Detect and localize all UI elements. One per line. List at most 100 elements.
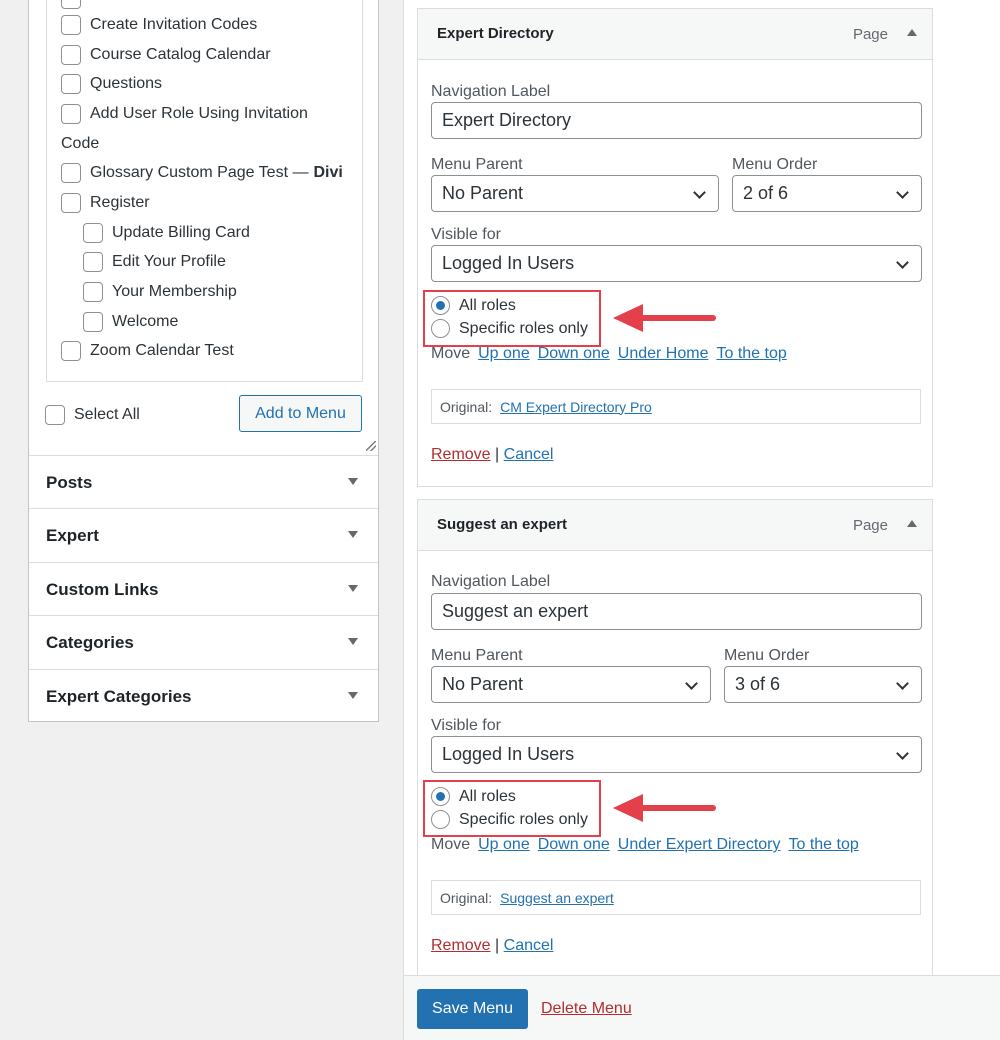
page-checkbox[interactable] xyxy=(61,163,81,183)
list-item[interactable]: Welcome xyxy=(83,311,178,333)
menu-parent-label: Menu Parent xyxy=(431,156,523,173)
move-down-one-link[interactable]: Down one xyxy=(538,836,610,853)
pages-checklist[interactable]: Create Invitation Codes Course Catalog C… xyxy=(46,0,363,382)
cancel-link[interactable]: Cancel xyxy=(504,937,554,954)
resize-handle-icon[interactable] xyxy=(366,441,376,451)
accordion-custom-links[interactable]: Custom Links xyxy=(29,562,378,616)
page-checkbox[interactable] xyxy=(83,223,103,243)
annotation-highlight-box xyxy=(423,290,601,347)
accordion-categories[interactable]: Categories xyxy=(29,615,378,669)
original-link[interactable]: CM Expert Directory Pro xyxy=(500,399,652,415)
triangle-down-icon xyxy=(348,531,358,538)
menu-order-label: Menu Order xyxy=(724,647,810,664)
move-under-link[interactable]: Under Home xyxy=(618,345,709,362)
menu-order-select[interactable]: 3 of 6 xyxy=(724,666,922,703)
page-checkbox[interactable] xyxy=(83,312,103,332)
select-all-box[interactable] xyxy=(45,405,65,425)
visible-for-label: Visible for xyxy=(431,717,501,734)
item-actions: Remove | Cancel xyxy=(431,446,553,464)
list-item[interactable]: Edit Your Profile xyxy=(83,251,226,273)
menu-item-type: Page xyxy=(852,26,888,43)
menu-parent-select[interactable]: No Parent xyxy=(431,175,719,212)
theme-suffix: Divi xyxy=(313,164,343,181)
move-under-link[interactable]: Under Expert Directory xyxy=(618,836,781,853)
page-checkbox[interactable] xyxy=(61,341,81,361)
move-down-one-link[interactable]: Down one xyxy=(538,345,610,362)
list-item[interactable]: Glossary Custom Page Test — Divi xyxy=(61,162,343,184)
accordion-expert[interactable]: Expert xyxy=(29,508,378,562)
list-item[interactable]: Create Invitation Codes xyxy=(61,14,257,36)
separator: | xyxy=(495,446,500,463)
list-item[interactable]: Questions xyxy=(61,73,162,95)
chevron-down-icon xyxy=(896,256,909,269)
triangle-down-icon xyxy=(348,692,358,699)
menu-footer: Save Menu Delete Menu xyxy=(403,975,1000,1040)
menu-item-header[interactable]: Expert Directory Page xyxy=(418,9,932,60)
list-item[interactable]: Update Billing Card xyxy=(83,222,250,244)
visible-for-select[interactable]: Logged In Users xyxy=(431,245,922,282)
menu-item-title: Expert Directory xyxy=(437,25,554,42)
accordion-posts[interactable]: Posts xyxy=(29,455,378,509)
original-box: Original: CM Expert Directory Pro xyxy=(431,389,921,424)
page-checkbox[interactable] xyxy=(83,252,103,272)
page-checkbox[interactable] xyxy=(61,0,81,9)
delete-menu-link[interactable]: Delete Menu xyxy=(541,1000,632,1018)
chevron-down-icon xyxy=(896,677,909,690)
move-to-top-link[interactable]: To the top xyxy=(788,836,858,853)
page-checkbox[interactable] xyxy=(61,15,81,35)
move-to-top-link[interactable]: To the top xyxy=(716,345,786,362)
page-checkbox[interactable] xyxy=(83,282,103,302)
annotation-arrow-icon xyxy=(613,794,716,822)
chevron-down-icon xyxy=(685,677,698,690)
save-menu-button[interactable]: Save Menu xyxy=(417,989,528,1029)
remove-link[interactable]: Remove xyxy=(431,446,491,463)
move-row: Move Up one Down one Under Expert Directory… xyxy=(431,836,859,853)
accordion-expert-categories[interactable]: Expert Categories xyxy=(29,669,378,723)
menu-item-header[interactable]: Suggest an expert Page xyxy=(418,500,932,551)
page-checkbox[interactable] xyxy=(61,104,81,124)
menu-item-suggest-an-expert: Suggest an expert Page Navigation Label … xyxy=(417,499,933,979)
triangle-down-icon xyxy=(348,585,358,592)
nav-label-label: Navigation Label xyxy=(431,83,551,100)
chevron-down-icon xyxy=(896,186,909,199)
list-item[interactable]: Zoom Calendar Test xyxy=(61,340,234,362)
list-item[interactable]: Add User Role Using Invitation xyxy=(61,103,308,125)
list-item[interactable]: Register xyxy=(61,192,150,214)
original-link[interactable]: Suggest an expert xyxy=(500,890,614,906)
triangle-down-icon xyxy=(348,638,358,645)
page-checkbox[interactable] xyxy=(61,193,81,213)
visible-for-select[interactable]: Logged In Users xyxy=(431,736,922,773)
menu-order-select[interactable]: 2 of 6 xyxy=(732,175,922,212)
menu-items-sidebar: Create Invitation Codes Course Catalog C… xyxy=(28,0,379,722)
annotation-arrow-icon xyxy=(613,304,716,332)
menu-parent-select[interactable]: No Parent xyxy=(431,666,711,703)
list-item[interactable]: Your Membership xyxy=(83,281,237,303)
cancel-link[interactable]: Cancel xyxy=(504,446,554,463)
remove-link[interactable]: Remove xyxy=(431,937,491,954)
triangle-down-icon xyxy=(348,478,358,485)
menu-order-label: Menu Order xyxy=(732,156,818,173)
chevron-down-icon xyxy=(896,747,909,760)
page-checkbox[interactable] xyxy=(61,74,81,94)
chevron-down-icon xyxy=(693,186,706,199)
nav-label-input[interactable]: Suggest an expert xyxy=(431,593,922,630)
move-up-one-link[interactable]: Up one xyxy=(478,836,530,853)
menu-item-expert-directory: Expert Directory Page Navigation Label E… xyxy=(417,8,933,487)
annotation-highlight-box xyxy=(423,780,601,837)
add-to-menu-button[interactable]: Add to Menu xyxy=(239,395,362,432)
triangle-up-icon[interactable] xyxy=(907,29,917,36)
select-all-checkbox[interactable]: Select All xyxy=(45,405,140,425)
menu-item-title: Suggest an expert xyxy=(437,516,568,533)
list-item[interactable]: Course Catalog Calendar xyxy=(61,44,271,66)
page-checkbox[interactable] xyxy=(61,45,81,65)
menu-structure: Expert Directory Page Navigation Label E… xyxy=(403,0,1000,979)
nav-label-label: Navigation Label xyxy=(431,573,551,590)
move-row: Move Up one Down one Under Home To the top xyxy=(431,345,787,362)
triangle-up-icon[interactable] xyxy=(907,520,917,527)
move-up-one-link[interactable]: Up one xyxy=(478,345,530,362)
original-box: Original: Suggest an expert xyxy=(431,880,921,915)
list-item-wrap: Code xyxy=(61,135,100,152)
separator: | xyxy=(495,937,500,954)
nav-label-input[interactable]: Expert Directory xyxy=(431,102,922,139)
menu-item-type: Page xyxy=(852,517,888,534)
